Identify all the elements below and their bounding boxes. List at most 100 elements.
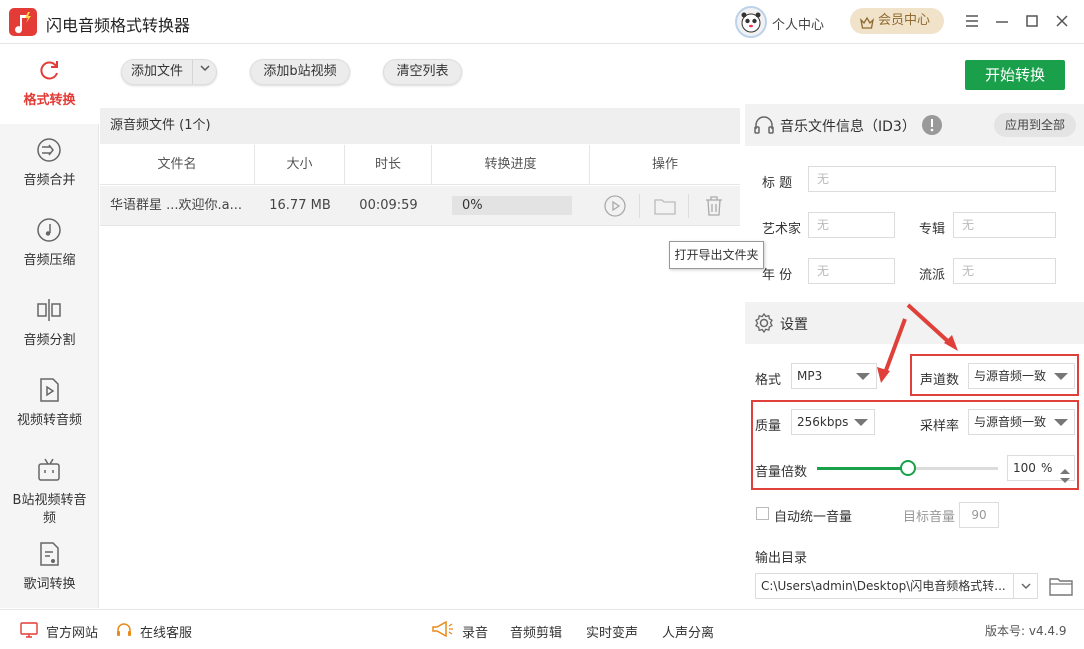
app-logo-icon	[9, 8, 37, 36]
user-center-link[interactable]: 个人中心	[772, 14, 824, 33]
chevron-down-icon	[856, 373, 870, 380]
artist-field[interactable]: 无	[808, 212, 895, 238]
target-volume-field[interactable]: 90	[959, 502, 999, 528]
chevron-down-icon[interactable]	[1013, 574, 1037, 598]
file-list-header: 源音频文件 (1个)	[100, 108, 740, 144]
online-service-link[interactable]: 在线客服	[140, 622, 192, 641]
sidebar-item-audio-compress[interactable]: 音频压缩	[0, 204, 99, 284]
samplerate-select[interactable]: 与源音频一致	[968, 409, 1075, 435]
file-table-header: 文件名 大小 时长 转换进度 操作	[100, 145, 740, 185]
lyrics-file-icon	[35, 540, 63, 568]
output-dir-path: C:\Users\admin\Desktop\闪电音频格式转...	[761, 579, 1006, 593]
file-size: 16.77 MB	[269, 198, 331, 213]
channels-select[interactable]: 与源音频一致	[968, 363, 1075, 389]
audio-edit-link[interactable]: 音频剪辑	[510, 622, 562, 641]
close-icon[interactable]	[1052, 11, 1072, 31]
add-bili-video-button[interactable]: 添加b站视频	[250, 59, 350, 85]
table-row[interactable]: 华语群星 ...欢迎你.a... 16.77 MB 00:09:59 0%	[100, 186, 740, 226]
record-link[interactable]: 录音	[462, 622, 488, 641]
album-label: 专辑	[919, 222, 946, 237]
info-alert-icon[interactable]	[921, 114, 943, 140]
refresh-icon	[35, 56, 63, 84]
browse-folder-icon[interactable]	[1048, 574, 1074, 602]
menu-icon[interactable]	[962, 11, 982, 31]
column-duration: 时长	[345, 145, 432, 185]
sidebar-item-label: 音频合并	[23, 173, 76, 188]
column-size: 大小	[255, 145, 345, 185]
volume-slider-handle[interactable]	[899, 460, 916, 476]
sidebar-item-label: 歌词转换	[23, 577, 76, 592]
sidebar-item-audio-split[interactable]: 音频分割	[0, 284, 99, 364]
minimize-icon[interactable]	[992, 11, 1012, 31]
vip-center-label: 会员中心	[878, 13, 931, 28]
id3-title: 音乐文件信息（ID3）	[780, 119, 916, 135]
progress-bar: 0%	[452, 196, 572, 215]
divider	[688, 194, 689, 218]
genre-field[interactable]: 无	[953, 258, 1056, 284]
volume-slider-fill	[817, 467, 908, 470]
play-icon[interactable]	[603, 194, 627, 222]
year-label: 年 份	[762, 268, 793, 283]
apply-to-all-button[interactable]: 应用到全部	[994, 113, 1076, 137]
annotation-arrows	[877, 303, 958, 383]
column-progress: 转换进度	[432, 145, 590, 185]
merge-icon	[35, 136, 63, 164]
gear-icon	[753, 312, 775, 338]
volume-stepper[interactable]: 100 %	[1007, 455, 1075, 483]
start-convert-button[interactable]: 开始转换	[965, 60, 1065, 90]
sidebar-item-video-to-audio[interactable]: 视频转音频	[0, 364, 99, 444]
chevron-down-icon[interactable]	[192, 60, 216, 84]
volume-value: 100	[1013, 461, 1036, 475]
tv-icon	[35, 456, 63, 484]
voice-change-link[interactable]: 实时变声	[586, 622, 638, 641]
sidebar-item-audio-merge[interactable]: 音频合并	[0, 124, 99, 204]
genre-label: 流派	[919, 268, 946, 283]
spinner-down-icon[interactable]	[1059, 469, 1071, 493]
file-duration: 00:09:59	[359, 198, 418, 213]
sidebar-item-label: 音频压缩	[23, 253, 76, 268]
file-name: 华语群星 ...欢迎你.a...	[110, 198, 243, 213]
settings-title: 设置	[780, 317, 808, 333]
volume-unit: %	[1041, 461, 1053, 475]
artist-label: 艺术家	[762, 222, 802, 237]
split-icon	[35, 296, 63, 324]
trash-icon[interactable]	[702, 194, 726, 222]
format-select[interactable]: MP3	[791, 363, 877, 389]
chevron-down-icon	[1054, 373, 1068, 380]
chevron-down-icon	[854, 419, 868, 426]
album-field[interactable]: 无	[953, 212, 1056, 238]
music-note-icon	[35, 216, 63, 244]
bottom-bar: 官方网站 在线客服 录音 音频剪辑 实时变声 人声分离 版本号: v4.4.9	[0, 609, 1084, 649]
sidebar-item-format-convert[interactable]: 格式转换	[0, 44, 99, 124]
output-dir-label: 输出目录	[755, 551, 808, 566]
format-value: MP3	[797, 369, 823, 383]
sidebar-item-bili-to-audio[interactable]: B站视频转音频	[0, 444, 99, 536]
official-site-link[interactable]: 官方网站	[46, 622, 98, 641]
vip-center-button[interactable]: 会员中心	[850, 8, 944, 34]
maximize-icon[interactable]	[1022, 11, 1042, 31]
clear-list-button[interactable]: 清空列表	[383, 59, 462, 85]
monitor-icon	[20, 621, 38, 643]
sidebar-item-label: 音频分割	[23, 333, 76, 348]
open-folder-tooltip: 打开导出文件夹	[669, 241, 764, 269]
add-file-button[interactable]: 添加文件	[121, 59, 217, 85]
auto-volume-label: 自动统一音量	[774, 510, 853, 525]
quality-value: 256kbps	[797, 415, 849, 429]
headset-icon	[115, 621, 133, 643]
year-field[interactable]: 无	[808, 258, 895, 284]
column-actions: 操作	[651, 157, 678, 172]
headphones-icon	[753, 114, 775, 140]
avatar[interactable]	[735, 6, 767, 38]
auto-volume-checkbox[interactable]	[756, 507, 769, 520]
output-dir-select[interactable]: C:\Users\admin\Desktop\闪电音频格式转...	[755, 573, 1038, 599]
sidebar-item-label: 格式转换	[23, 93, 76, 108]
quality-select[interactable]: 256kbps	[791, 409, 875, 435]
vocal-split-link[interactable]: 人声分离	[662, 622, 714, 641]
title-field[interactable]: 无	[808, 166, 1056, 192]
folder-icon[interactable]	[653, 194, 677, 222]
channels-value: 与源音频一致	[974, 369, 1047, 383]
version-text: 版本号: v4.4.9	[985, 624, 1067, 638]
format-label: 格式	[755, 373, 782, 388]
megaphone-icon	[430, 619, 454, 643]
sidebar-item-lyrics-convert[interactable]: 歌词转换	[0, 528, 99, 608]
